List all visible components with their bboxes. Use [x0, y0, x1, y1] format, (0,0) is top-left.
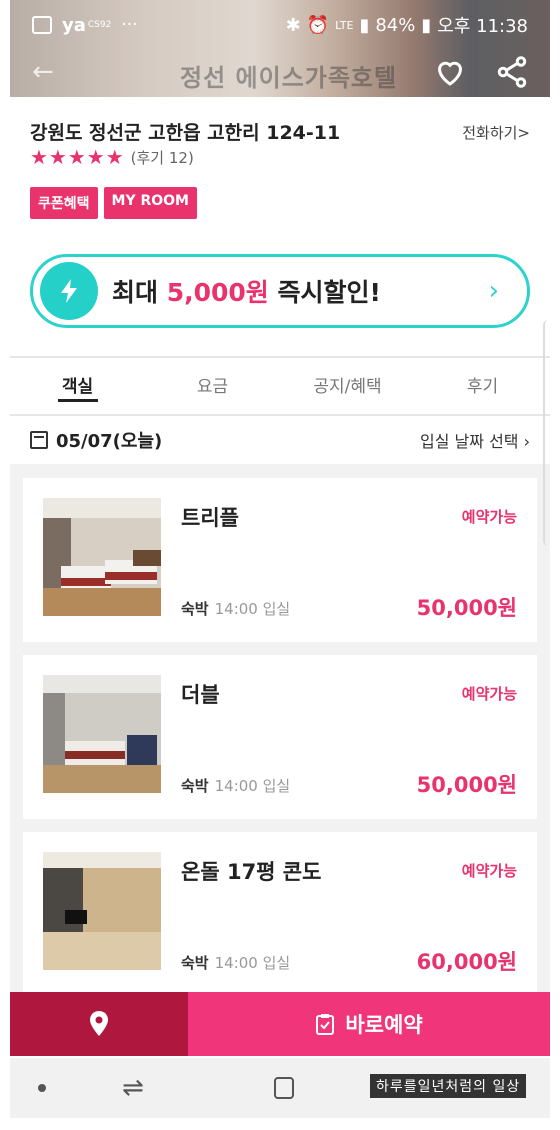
availability-label: 예약가능: [461, 508, 517, 526]
app-notification-label: ya: [62, 14, 86, 36]
hotel-title: 정선 에이스가족호텔: [180, 64, 398, 92]
share-icon[interactable]: [494, 54, 530, 90]
tab-notices[interactable]: 공지/혜택: [280, 360, 415, 414]
stay-info: 숙박 14:00 입실: [181, 600, 291, 618]
network-label: LTE: [335, 18, 354, 32]
badges: 쿠폰혜택 MY ROOM: [30, 187, 197, 219]
status-bar: ya CS92 ··· ✱ ⏰ LTE ▮ 84% ▮ 오후 11:38: [10, 8, 550, 42]
nav-dot-icon[interactable]: [38, 1084, 46, 1092]
lightning-icon: [40, 262, 98, 320]
divider: [10, 356, 550, 358]
tab-rates[interactable]: 요금: [145, 360, 280, 414]
availability-label: 예약가능: [461, 685, 517, 703]
book-now-label: 바로예약: [345, 1013, 423, 1037]
stay-info: 숙박 14:00 입실: [181, 777, 291, 795]
star-rating-icon: ★★★★★: [30, 145, 125, 169]
battery-icon: ▮: [421, 14, 432, 36]
calendar-icon: [30, 431, 48, 449]
signal-icon: ▮: [359, 14, 370, 36]
scrollbar[interactable]: [543, 320, 553, 546]
room-name: 온돌 17평 콘도: [181, 860, 322, 884]
review-count[interactable]: (후기 12): [131, 147, 194, 168]
room-name: 더블: [181, 683, 220, 707]
coupon-badge[interactable]: 쿠폰혜택: [30, 187, 98, 219]
heart-icon[interactable]: [432, 54, 468, 90]
clipboard-check-icon: [316, 1014, 335, 1035]
call-link[interactable]: 전화하기>: [462, 122, 530, 143]
hotel-address: 강원도 정선군 고한읍 고한리 124-11: [30, 122, 341, 144]
room-price: 50,000원: [416, 773, 517, 797]
stay-info: 숙박 14:00 입실: [181, 954, 291, 972]
app-notification-icon: [32, 16, 52, 34]
room-name: 트리플: [181, 506, 239, 530]
select-date-button[interactable]: 입실 날짜 선택 ›: [420, 428, 530, 452]
room-card[interactable]: 온돌 17평 콘도 예약가능 숙박 14:00 입실 60,000원: [23, 832, 537, 994]
alarm-icon: ⏰: [306, 14, 330, 36]
map-button[interactable]: [10, 992, 188, 1056]
myroom-badge[interactable]: MY ROOM: [103, 187, 197, 219]
more-icon: ···: [121, 15, 138, 35]
discount-text: 최대 5,000원 즉시할인!: [112, 278, 381, 307]
header-photo: ya CS92 ··· ✱ ⏰ LTE ▮ 84% ▮ 오후 11:38 ← 정…: [10, 0, 550, 97]
discount-amount: 5,000원: [166, 278, 269, 307]
map-pin-icon: [90, 1011, 108, 1036]
tab-bar: 객실 요금 공지/혜택 후기: [10, 360, 550, 414]
watermark: 하루를일년처럼의 일상: [370, 1074, 527, 1098]
room-list: 트리플 예약가능 숙박 14:00 입실 50,000원 더블 예약가능 숙박 14…: [10, 464, 550, 994]
chevron-right-icon: ›: [488, 276, 499, 306]
discount-banner[interactable]: 최대 5,000원 즉시할인! ›: [30, 254, 530, 328]
checkin-date: 05/07(오늘): [56, 431, 163, 452]
bluetooth-icon: ✱: [285, 14, 301, 36]
availability-label: 예약가능: [461, 862, 517, 880]
rating: ★★★★★ (후기 12): [30, 145, 194, 169]
recent-apps-icon[interactable]: ⇌: [122, 1073, 144, 1103]
room-photo: [43, 852, 161, 970]
room-card[interactable]: 트리플 예약가능 숙박 14:00 입실 50,000원: [23, 478, 537, 642]
room-price: 60,000원: [416, 950, 517, 974]
tab-rooms[interactable]: 객실: [10, 360, 145, 414]
clock: 오후 11:38: [437, 16, 528, 37]
tab-reviews[interactable]: 후기: [415, 360, 550, 414]
room-card[interactable]: 더블 예약가능 숙박 14:00 입실 50,000원: [23, 655, 537, 819]
bottom-action-bar: 바로예약: [10, 992, 550, 1056]
home-icon[interactable]: [273, 1077, 294, 1099]
back-arrow-icon[interactable]: ←: [32, 57, 54, 87]
battery-label: 84%: [375, 14, 416, 36]
room-price: 50,000원: [416, 596, 517, 620]
room-photo: [43, 675, 161, 793]
date-bar: 05/07(오늘) 입실 날짜 선택 ›: [10, 416, 550, 464]
book-now-button[interactable]: 바로예약: [188, 992, 550, 1056]
room-photo: [43, 498, 161, 616]
